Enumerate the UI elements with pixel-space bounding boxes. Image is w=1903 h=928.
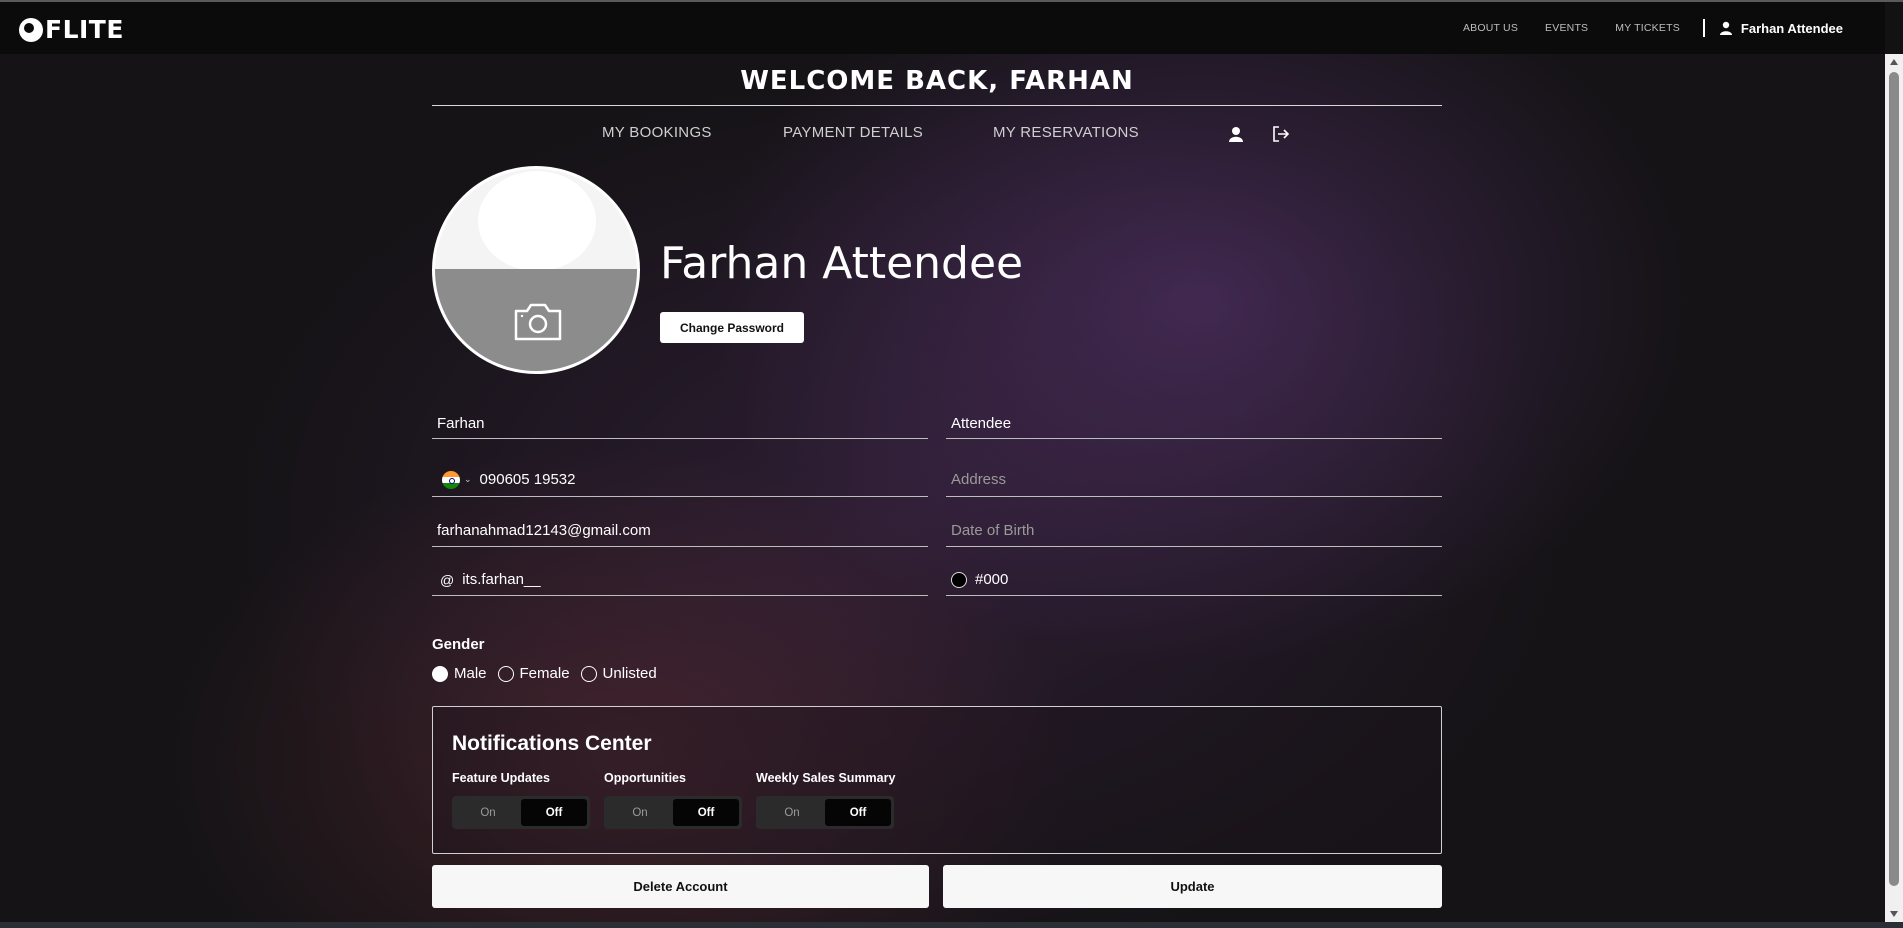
weekly-sales-summary-label: Weekly Sales Summary — [756, 771, 896, 785]
user-icon — [1719, 21, 1732, 35]
feature-updates-setting: Feature Updates On Off — [452, 771, 590, 829]
chevron-down-icon[interactable]: ⌄ — [464, 474, 472, 485]
last-name-value: Attendee — [951, 415, 1012, 432]
welcome-divider — [432, 105, 1442, 106]
notifications-title: Notifications Center — [452, 732, 652, 755]
avatar-upload[interactable] — [432, 166, 640, 374]
gender-female-label: Female — [519, 665, 570, 682]
feature-updates-toggle[interactable]: On Off — [452, 796, 590, 829]
nav-user-name: Farhan Attendee — [1740, 20, 1843, 36]
opportunities-toggle[interactable]: On Off — [604, 796, 742, 829]
gender-radio-group: Male Female Unlisted — [432, 665, 668, 682]
india-flag-icon[interactable] — [442, 470, 460, 489]
color-value: #000 — [975, 571, 1009, 588]
feature-updates-off[interactable]: Off — [521, 799, 587, 826]
delete-account-button[interactable]: Delete Account — [432, 865, 929, 908]
weekly-sales-summary-setting: Weekly Sales Summary On Off — [756, 771, 895, 829]
nav-links: ABOUT US EVENTS MY TICKETS Farhan Attend… — [1436, 2, 1843, 54]
scrollbar-thumb[interactable] — [1889, 72, 1899, 886]
radio-male[interactable] — [432, 665, 448, 682]
vertical-scrollbar[interactable] — [1885, 54, 1903, 922]
date-of-birth-field[interactable]: Date of Birth — [946, 515, 1442, 547]
nav-link-about-us[interactable]: ABOUT US — [1463, 22, 1518, 34]
nav-link-my-tickets[interactable]: MY TICKETS — [1615, 22, 1680, 34]
camera-icon — [514, 303, 562, 341]
tab-payment-details[interactable]: PAYMENT DETAILS — [783, 124, 923, 141]
nav-divider — [1702, 19, 1705, 37]
logout-icon[interactable] — [1271, 124, 1291, 144]
gender-option-unlisted[interactable]: Unlisted — [580, 665, 657, 682]
profile-tabs: MY BOOKINGS PAYMENT DETAILS MY RESERVATI… — [432, 124, 1442, 144]
logo[interactable]: FLITE — [19, 15, 124, 44]
date-of-birth-placeholder: Date of Birth — [951, 522, 1035, 539]
logo-text: FLITE — [45, 15, 124, 44]
welcome-heading: WELCOME BACK, FARHAN — [740, 66, 1134, 96]
scroll-up-icon[interactable] — [1890, 59, 1898, 65]
profile-icon[interactable] — [1226, 124, 1246, 144]
phone-field[interactable]: ⌄ 090605 19532 — [432, 463, 928, 497]
scroll-down-icon[interactable] — [1890, 911, 1898, 917]
gender-option-male[interactable]: Male — [432, 665, 487, 682]
address-placeholder: Address — [951, 471, 1007, 488]
gender-label: Gender — [432, 636, 485, 653]
weekly-sales-summary-on[interactable]: On — [759, 799, 825, 826]
radio-female[interactable] — [497, 665, 514, 682]
social-handle-value: its.farhan__ — [462, 571, 541, 588]
at-icon: @ — [440, 571, 455, 588]
logo-icon — [19, 17, 43, 42]
profile-name: Farhan Attendee — [660, 238, 1024, 289]
radio-unlisted[interactable] — [580, 665, 597, 682]
notifications-center: Notifications Center Feature Updates On … — [432, 706, 1442, 854]
email-value: farhanahmad12143@gmail.com — [437, 522, 651, 539]
top-navbar: FLITE ABOUT US EVENTS MY TICKETS Farhan … — [0, 2, 1885, 54]
nav-user-menu[interactable]: Farhan Attendee — [1719, 21, 1843, 36]
social-handle-field[interactable]: @ its.farhan__ — [432, 564, 928, 596]
opportunities-off[interactable]: Off — [673, 799, 739, 826]
gender-unlisted-label: Unlisted — [602, 665, 657, 682]
first-name-value: Farhan — [437, 415, 485, 432]
address-field[interactable]: Address — [946, 463, 1442, 497]
gender-option-female[interactable]: Female — [497, 665, 570, 682]
opportunities-on[interactable]: On — [607, 799, 673, 826]
tab-my-bookings[interactable]: MY BOOKINGS — [602, 124, 712, 141]
update-button[interactable]: Update — [943, 865, 1442, 908]
os-taskbar — [0, 922, 1903, 928]
feature-updates-label: Feature Updates — [452, 771, 550, 785]
first-name-field[interactable]: Farhan — [432, 409, 928, 439]
feature-updates-on[interactable]: On — [455, 799, 521, 826]
avatar-upload-overlay — [435, 269, 637, 371]
change-password-button[interactable]: Change Password — [660, 312, 804, 343]
color-swatch[interactable] — [951, 571, 967, 588]
nav-link-events[interactable]: EVENTS — [1545, 22, 1588, 34]
opportunities-label: Opportunities — [604, 771, 686, 785]
opportunities-setting: Opportunities On Off — [604, 771, 742, 829]
avatar-placeholder — [478, 171, 596, 271]
weekly-sales-summary-off[interactable]: Off — [825, 799, 891, 826]
gender-male-label: Male — [454, 665, 487, 682]
email-field[interactable]: farhanahmad12143@gmail.com — [432, 515, 928, 547]
weekly-sales-summary-toggle[interactable]: On Off — [756, 796, 894, 829]
tab-my-reservations[interactable]: MY RESERVATIONS — [993, 124, 1139, 141]
color-picker-field[interactable]: #000 — [946, 564, 1442, 596]
last-name-field[interactable]: Attendee — [946, 409, 1442, 439]
phone-value: 090605 19532 — [479, 471, 576, 488]
